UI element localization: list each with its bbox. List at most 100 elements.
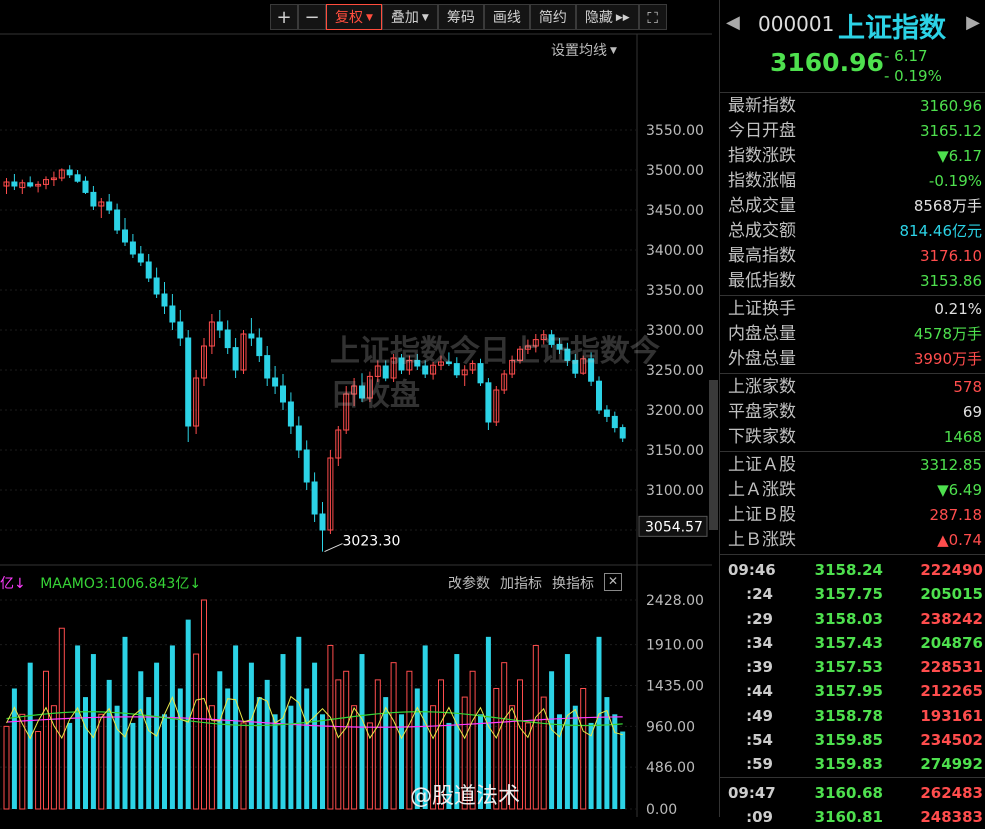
candle-body <box>74 174 81 182</box>
draw-line-button[interactable]: 画线 <box>483 4 530 30</box>
stat-value: -0.19% <box>928 172 982 190</box>
add-indicator-button[interactable]: 加指标 <box>500 573 542 593</box>
volume-bar <box>304 688 310 809</box>
caret-down-icon: ▼ <box>366 13 373 23</box>
current-price: 3160.96 <box>770 48 884 77</box>
volume-bar <box>312 662 318 809</box>
price-change: - 6.17 - 0.19% <box>884 46 942 86</box>
price-tick-label: 3350.00 <box>646 283 704 299</box>
hide-label: 隐藏 <box>584 10 613 26</box>
stat-label: 今日开盘 <box>728 121 796 141</box>
price-tick-label: 3450.00 <box>646 203 704 219</box>
candle-body <box>232 347 239 371</box>
tick-row: :54 3159.85 234502 <box>720 728 985 752</box>
volume-bar <box>327 644 334 810</box>
kline-chart-area[interactable]: 3550.00 3500.00 3450.00 3400.00 3350.00 3300.… <box>0 0 718 817</box>
stat-row: 上证换手 0.21% <box>720 297 985 322</box>
stat-row: 上证Ａ股 3312.85 <box>720 453 985 478</box>
fuquan-button[interactable]: 复权 ▼ <box>326 4 382 30</box>
volume-bar <box>177 688 183 809</box>
candle-body <box>287 401 294 427</box>
candle-body <box>264 355 271 379</box>
stat-label: 上证Ａ股 <box>728 455 796 475</box>
candle-body <box>248 333 255 339</box>
stat-row: 外盘总量 3990万手 <box>720 347 985 372</box>
stat-label: 最低指数 <box>728 271 796 291</box>
close-icon[interactable]: ✕ <box>604 573 622 591</box>
tick-price: 3158.78 <box>814 706 883 725</box>
stat-value: 4578万手 <box>913 325 982 343</box>
volume-bar <box>90 654 96 809</box>
tick-volume: 238242 <box>920 609 983 628</box>
candle-body <box>153 277 160 295</box>
stat-row: 上证Ｂ股 287.18 <box>720 503 985 528</box>
chips-button[interactable]: 筹码 <box>437 4 484 30</box>
candle-body <box>611 415 618 429</box>
edit-params-button[interactable]: 改参数 <box>448 573 490 593</box>
prev-stock-icon[interactable]: ◀ <box>726 12 740 33</box>
stat-value: 287.18 <box>929 506 983 524</box>
candle-body <box>319 513 326 531</box>
price-tick-label: 3400.00 <box>646 243 704 259</box>
fullscreen-icon[interactable]: ⛶ <box>638 4 667 30</box>
ma-setting-label: 设置均线 <box>551 43 607 59</box>
volume-tick-label: 960.00 <box>646 719 695 735</box>
stock-name: 上证指数 <box>838 13 946 44</box>
tick-price: 3157.95 <box>814 682 883 701</box>
tick-time: :59 <box>746 755 773 774</box>
tick-time: :34 <box>746 633 773 652</box>
candle-body <box>177 321 184 339</box>
volume-bar <box>359 654 365 809</box>
volume-bar <box>217 671 223 809</box>
next-stock-icon[interactable]: ▶ <box>966 12 980 33</box>
volume-bar <box>114 705 120 809</box>
tick-volume: 234502 <box>920 731 983 750</box>
ma-setting-dropdown[interactable]: 设置均线 ▼ <box>551 40 617 60</box>
simple-button[interactable]: 简约 <box>529 4 576 30</box>
tick-time: :49 <box>746 706 773 725</box>
price-tick-label: 3550.00 <box>646 123 704 139</box>
tick-price: 3159.83 <box>814 755 883 774</box>
candle-body <box>169 305 176 323</box>
stat-row: 今日开盘 3165.12 <box>720 119 985 144</box>
candle-body <box>256 337 263 357</box>
candle-body <box>122 229 128 243</box>
stat-row: 上Ｂ涨跌 ▲0.74 <box>720 528 985 553</box>
tick-row: 09:47 3160.68 262483 <box>720 781 985 805</box>
volume-bar <box>83 697 88 809</box>
candle-body <box>272 377 279 387</box>
weibo-watermark: @股道法术 <box>410 784 521 809</box>
tick-time: :24 <box>746 585 773 604</box>
stat-row: 下跌家数 1468 <box>720 425 985 450</box>
overlay-button[interactable]: 叠加 ▼ <box>381 4 438 30</box>
tick-time: :44 <box>746 682 773 701</box>
change-value: - 6.17 <box>884 47 928 65</box>
stock-code: 000001 <box>758 12 835 36</box>
tick-row: :44 3157.95 212265 <box>720 679 985 703</box>
volume-bar <box>288 705 294 809</box>
hide-button[interactable]: 隐藏 ▶▶ <box>575 4 639 30</box>
stat-value: 1468 <box>943 428 982 446</box>
tick-volume: 212265 <box>920 682 983 701</box>
tick-volume: 262483 <box>920 783 983 802</box>
volume-bar <box>620 731 626 809</box>
stat-value: 3312.85 <box>919 456 982 474</box>
volume-bar <box>351 705 358 810</box>
volume-tick-label: 1910.00 <box>646 638 704 654</box>
tick-list-0946: 09:46 3158.24 222490:24 3157.75 205015:29 315… <box>720 555 985 778</box>
stat-label: 上证Ｂ股 <box>728 505 796 525</box>
stat-row: 上涨家数 578 <box>720 375 985 400</box>
vertical-scrollbar[interactable] <box>709 380 718 530</box>
candle-body <box>27 182 34 187</box>
stat-label: 指数涨幅 <box>728 171 796 191</box>
stat-row: 最低指数 3153.86 <box>720 269 985 294</box>
volume-tick-label: 1435.00 <box>646 678 704 694</box>
zoom-in-button[interactable]: + <box>270 4 298 30</box>
switch-indicator-button[interactable]: 换指标 <box>552 573 594 593</box>
volume-bar <box>162 714 167 809</box>
zoom-out-button[interactable]: − <box>298 4 326 30</box>
candle-body <box>90 191 97 207</box>
fuquan-label: 复权 <box>335 10 363 26</box>
stat-value: 8568万手 <box>913 197 982 215</box>
double-chevron-right-icon: ▶▶ <box>615 13 630 23</box>
